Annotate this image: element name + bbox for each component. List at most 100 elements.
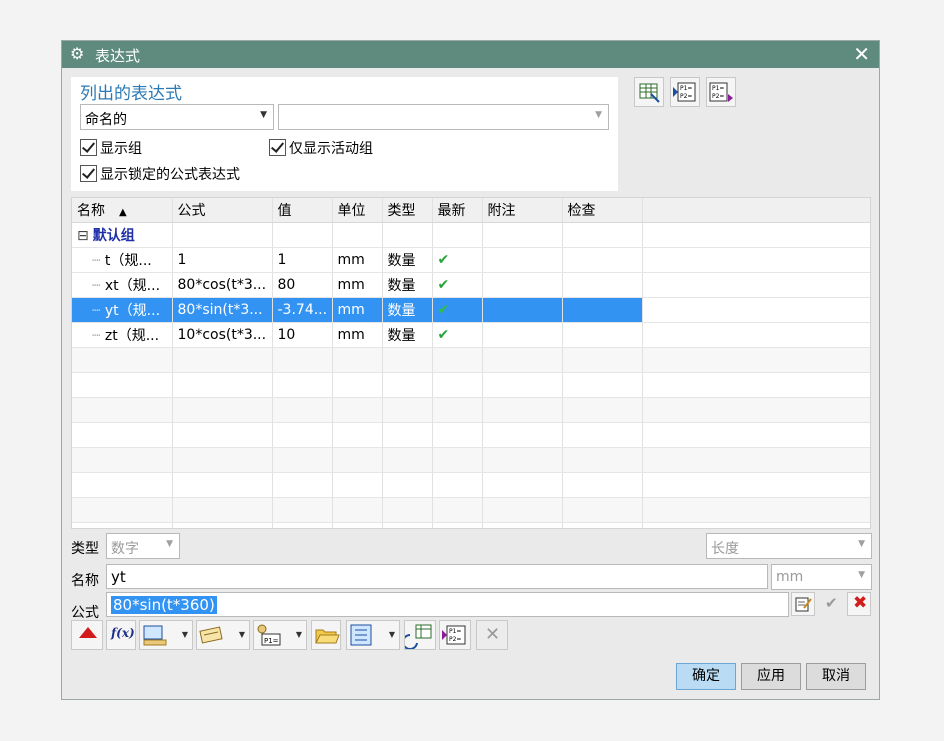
unit-select[interactable]: mm ▼ xyxy=(771,564,872,590)
name-input-value: yt xyxy=(111,568,126,586)
cell-name: t（规... xyxy=(104,253,152,269)
table-row[interactable]: ┈ t（规... 1 1 mm 数量 ✔ xyxy=(72,247,870,273)
collapse-icon[interactable]: ⊟ xyxy=(77,228,89,244)
svg-text:P2=: P2= xyxy=(449,636,461,643)
insert-measure-button[interactable]: ▼ xyxy=(139,620,193,650)
checkbox-label: 显示锁定的公式表达式 xyxy=(100,167,240,183)
insert-unit-button[interactable]: ▼ xyxy=(196,620,250,650)
uptodate-check-icon: ✔ xyxy=(432,272,483,298)
export-expressions-button[interactable]: P1= P2= xyxy=(706,77,736,107)
svg-text:P2=: P2= xyxy=(712,93,724,100)
table-row-selected[interactable]: ┈ yt（规... 80*sin(t*3... -3.74... mm 数量 ✔ xyxy=(72,297,870,323)
expressions-table: 名称 ▲ 公式 值 单位 类型 最新 附注 检查 ⊟ 默认组 ┈ t（规... 1 … xyxy=(71,197,871,529)
cell-name: yt（规... xyxy=(104,303,161,319)
cell-name: zt（规... xyxy=(104,328,160,344)
delete-x-icon: ✕ xyxy=(485,624,501,645)
refresh-spreadsheet-button[interactable] xyxy=(402,620,436,650)
column-header-check[interactable]: 检查 xyxy=(562,198,643,223)
filter-select[interactable]: 命名的 ▼ xyxy=(80,104,274,130)
listed-expressions-group: 列出的表达式 命名的 ▼ ▼ 显示组 仅显示活动组 显示锁定的公式表达式 xyxy=(71,77,618,191)
formula-input[interactable]: 80*sin(t*360) xyxy=(106,592,789,617)
column-header-name[interactable]: 名称 ▲ xyxy=(72,198,173,223)
column-header-comment[interactable]: 附注 xyxy=(482,198,563,223)
table-row-group[interactable]: ⊟ 默认组 xyxy=(72,222,870,248)
list-options-button[interactable]: ▼ xyxy=(346,620,400,650)
cell-value: -3.74... xyxy=(272,297,333,323)
spreadsheet-refresh-icon xyxy=(402,624,432,650)
uptodate-check-icon: ✔ xyxy=(432,247,483,273)
filter-text-select[interactable]: ▼ xyxy=(278,104,609,130)
collapse-dialog-button[interactable] xyxy=(71,620,103,650)
chevron-down-icon: ▼ xyxy=(388,630,395,639)
cell-formula: 1 xyxy=(172,247,273,273)
dimension-select-value: 长度 xyxy=(711,541,739,557)
cell-type: 数量 xyxy=(382,247,433,273)
cell-unit: mm xyxy=(332,272,383,298)
close-icon[interactable]: ✕ xyxy=(853,42,870,66)
cancel-button[interactable]: 取消 xyxy=(806,663,866,690)
sort-ascending-icon: ▲ xyxy=(119,207,127,218)
column-header-formula[interactable]: 公式 xyxy=(172,198,273,223)
p1-reference-icon: P1= xyxy=(257,624,281,646)
column-header-uptodate[interactable]: 最新 xyxy=(432,198,483,223)
ok-button[interactable]: 确定 xyxy=(676,663,736,690)
chevron-down-icon: ▼ xyxy=(238,630,245,639)
p1-p2-icon: P1= P2= xyxy=(442,625,466,645)
filter-select-value: 命名的 xyxy=(85,112,127,128)
header-label: 名称 xyxy=(77,203,105,219)
reject-formula-button[interactable]: ✖ xyxy=(847,592,871,616)
checkbox-label: 仅显示活动组 xyxy=(289,141,373,157)
show-groups-checkbox[interactable]: 显示组 xyxy=(80,138,142,158)
edit-note-icon xyxy=(795,597,812,612)
spreadsheet-icon xyxy=(639,83,660,103)
accept-formula-button[interactable]: ✔ xyxy=(819,592,843,616)
chevron-down-icon: ▼ xyxy=(858,570,865,580)
cell-name: xt（规... xyxy=(104,278,161,294)
table-row[interactable]: ┈ xt（规... 80*cos(t*3... 80 mm 数量 ✔ xyxy=(72,272,870,298)
spreadsheet-edit-button[interactable] xyxy=(634,77,664,107)
table-row-empty xyxy=(72,522,870,528)
checkbox-checked-icon xyxy=(80,165,97,182)
parameter-list-button[interactable]: P1= P2= xyxy=(439,620,471,650)
table-row-empty xyxy=(72,447,870,473)
p1-p2-import-icon: P1= P2= xyxy=(673,82,696,102)
tape-measure-icon xyxy=(199,626,223,644)
cell-type: 数量 xyxy=(382,272,433,298)
checkbox-label: 显示组 xyxy=(100,141,142,157)
dialog-title: 表达式 xyxy=(95,47,141,65)
show-locked-formulas-checkbox[interactable]: 显示锁定的公式表达式 xyxy=(80,164,240,184)
uptodate-check-icon: ✔ xyxy=(432,322,483,348)
open-file-button[interactable] xyxy=(311,620,341,650)
table-row[interactable]: ┈ zt（规... 10*cos(t*3... 10 mm 数量 ✔ xyxy=(72,322,870,348)
apply-button[interactable]: 应用 xyxy=(741,663,801,690)
column-header-unit[interactable]: 单位 xyxy=(332,198,383,223)
cell-formula: 10*cos(t*3... xyxy=(172,322,273,348)
table-header-row: 名称 ▲ 公式 值 单位 类型 最新 附注 检查 xyxy=(72,198,870,223)
formula-label: 公式 xyxy=(71,605,99,621)
reference-button[interactable]: P1= ▼ xyxy=(253,620,307,650)
type-select[interactable]: 数字 ▼ xyxy=(106,533,180,559)
svg-text:P2=: P2= xyxy=(680,93,692,100)
delete-expression-button[interactable]: ✕ xyxy=(476,620,508,650)
p1-p2-export-icon: P1= P2= xyxy=(709,82,733,102)
dimension-select[interactable]: 长度 ▼ xyxy=(706,533,872,559)
formula-edit-button[interactable] xyxy=(791,592,815,616)
insert-function-button[interactable]: f(x) xyxy=(106,620,136,650)
formula-input-value: 80*sin(t*360) xyxy=(111,596,217,614)
svg-text:P1=: P1= xyxy=(449,628,461,635)
chevron-down-icon: ▼ xyxy=(595,110,602,120)
table-row-empty xyxy=(72,497,870,523)
group-title: 列出的表达式 xyxy=(80,84,182,104)
name-input[interactable]: yt xyxy=(106,564,768,589)
column-header-value[interactable]: 值 xyxy=(272,198,333,223)
cell-type: 数量 xyxy=(382,297,433,323)
table-row-empty xyxy=(72,422,870,448)
triangle-up-icon xyxy=(79,627,97,638)
cell-type: 数量 xyxy=(382,322,433,348)
only-active-group-checkbox[interactable]: 仅显示活动组 xyxy=(269,138,373,158)
column-header-type[interactable]: 类型 xyxy=(382,198,433,223)
import-expressions-button[interactable]: P1= P2= xyxy=(670,77,700,107)
title-bar: ⚙ 表达式 ✕ xyxy=(62,41,879,68)
uptodate-check-icon: ✔ xyxy=(432,297,483,323)
svg-text:P1=: P1= xyxy=(264,637,279,645)
